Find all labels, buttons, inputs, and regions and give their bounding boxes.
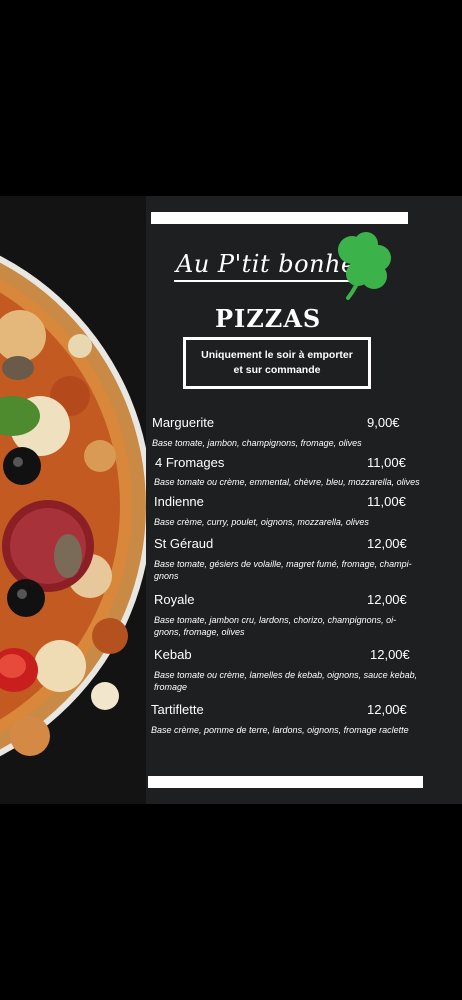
item-desc-royale: Base tomate, jambon cru, lardons, choriz… bbox=[154, 615, 397, 637]
item-name-royale: Royale bbox=[154, 592, 195, 607]
item-name-4-fromages: 4 Fromages bbox=[155, 455, 225, 470]
item-desc-kebab: Base tomate ou crème, lamelles de kebab,… bbox=[154, 670, 418, 692]
notice-text: Uniquement le soir à emporter et sur com… bbox=[201, 349, 353, 376]
item-desc-st-geraud: Base tomate, gésiers de volaille, magret… bbox=[154, 559, 412, 581]
item-price-kebab: 12,00€ bbox=[370, 647, 410, 662]
brand-logo: Au P'tit bonheur bbox=[172, 232, 392, 304]
item-price-4-fromages: 11,00€ bbox=[367, 455, 406, 470]
top-divider-bar bbox=[151, 212, 408, 224]
pizza-image bbox=[0, 196, 146, 804]
item-desc-4-fromages: Base tomate ou crème, emmental, chèvre, … bbox=[154, 477, 420, 487]
section-title: PIZZAS bbox=[215, 304, 322, 333]
item-price-marguerite: 9,00€ bbox=[367, 415, 400, 430]
item-price-st-geraud: 12,00€ bbox=[367, 536, 407, 551]
item-desc-tartiflette: Base crème, pomme de terre, lardons, oig… bbox=[151, 725, 409, 735]
notice-box: Uniquement le soir à emporter et sur com… bbox=[183, 337, 371, 389]
pizza-photo bbox=[0, 196, 146, 804]
item-name-marguerite: Marguerite bbox=[152, 415, 215, 430]
item-name-kebab: Kebab bbox=[154, 647, 192, 662]
item-desc-indienne: Base crème, curry, poulet, oignons, mozz… bbox=[154, 517, 369, 527]
brand-underline bbox=[174, 280, 350, 282]
item-price-tartiflette: 12,00€ bbox=[367, 702, 407, 717]
menu-card: Au P'tit bonheur PIZZAS Uniquement le so… bbox=[0, 196, 462, 804]
shamrock-icon bbox=[338, 232, 391, 300]
item-price-royale: 12,00€ bbox=[367, 592, 407, 607]
item-name-indienne: Indienne bbox=[154, 494, 204, 509]
item-name-tartiflette: Tartiflette bbox=[151, 702, 204, 717]
item-desc-marguerite: Base tomate, jambon, champignons, fromag… bbox=[152, 438, 362, 448]
item-price-indienne: 11,00€ bbox=[367, 494, 406, 509]
bottom-divider-bar bbox=[148, 776, 423, 788]
item-name-st-geraud: St Géraud bbox=[154, 536, 214, 551]
